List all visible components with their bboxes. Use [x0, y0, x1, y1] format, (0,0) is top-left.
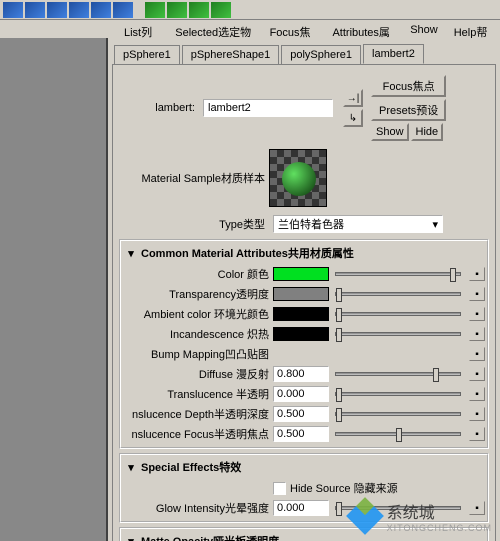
translucence-slider[interactable]	[335, 392, 461, 396]
map-button[interactable]: ▪	[469, 501, 485, 515]
incandescence-chip[interactable]	[273, 327, 329, 341]
color-label: Color 颜色	[123, 266, 273, 282]
map-button[interactable]: ▪	[469, 387, 485, 401]
focus-button[interactable]: Focus焦点	[371, 75, 446, 97]
diffuse-input[interactable]	[273, 366, 329, 382]
toolbar-icon[interactable]	[167, 2, 187, 18]
toolbar-icon[interactable]	[47, 2, 67, 18]
viewport-pane[interactable]	[0, 38, 108, 541]
trans-focus-label: nslucence Focus半透明焦点	[123, 426, 273, 442]
toolbar-icon[interactable]	[113, 2, 133, 18]
trans-focus-slider[interactable]	[335, 432, 461, 436]
color-chip[interactable]	[273, 267, 329, 281]
section-special-effects: ▾ Special Effects特效 Hide Source 隐藏来源 Glo…	[119, 453, 489, 523]
ambient-slider[interactable]	[335, 312, 461, 316]
toolbar-icon[interactable]	[211, 2, 231, 18]
trans-depth-slider[interactable]	[335, 412, 461, 416]
section-title: Common Material Attributes共用材质属性	[141, 245, 354, 261]
glow-input[interactable]	[273, 500, 329, 516]
toolbar-icon[interactable]	[3, 2, 23, 18]
type-label: Type类型	[119, 216, 269, 232]
toolbar-icon[interactable]	[91, 2, 111, 18]
translucence-label: Translucence 半透明	[123, 386, 273, 402]
toolbar-icon[interactable]	[25, 2, 45, 18]
diffuse-slider[interactable]	[335, 372, 461, 376]
color-slider[interactable]	[335, 272, 461, 276]
incandescence-slider[interactable]	[335, 332, 461, 336]
section-title: Special Effects特效	[141, 459, 241, 475]
tab-psphere1[interactable]: pSphere1	[114, 45, 180, 64]
type-select[interactable]: 兰伯特着色器 ▾	[273, 215, 443, 233]
map-button[interactable]: ▪	[469, 347, 485, 361]
chevron-down-icon: ▾	[432, 218, 438, 231]
attribute-editor: pSphere1 pSphereShape1 polySphere1 lambe…	[108, 38, 500, 541]
ambient-label: Ambient color 环境光颜色	[123, 306, 273, 322]
sample-label: Material Sample材质样本	[119, 170, 269, 186]
section-common-attributes: ▾ Common Material Attributes共用材质属性 Color…	[119, 239, 489, 449]
node-name-input[interactable]	[203, 99, 333, 117]
section-header-common[interactable]: ▾ Common Material Attributes共用材质属性	[123, 243, 485, 263]
section-header-special[interactable]: ▾ Special Effects特效	[123, 457, 485, 477]
incandescence-label: Incandescence 炽热	[123, 326, 273, 342]
tab-polysphere1[interactable]: polySphere1	[281, 45, 361, 64]
go-up-icon[interactable]: →|	[343, 89, 363, 107]
hide-button[interactable]: Hide	[411, 123, 444, 141]
transparency-label: Transparency透明度	[123, 286, 273, 302]
tab-lambert2[interactable]: lambert2	[363, 44, 424, 64]
material-swatch[interactable]	[269, 149, 327, 207]
trans-depth-input[interactable]	[273, 406, 329, 422]
hide-source-label: Hide Source 隐藏来源	[290, 480, 398, 496]
ambient-chip[interactable]	[273, 307, 329, 321]
name-label: lambert:	[119, 102, 199, 114]
collapse-arrow-icon: ▾	[125, 535, 137, 541]
map-button[interactable]: ▪	[469, 267, 485, 281]
map-button[interactable]: ▪	[469, 287, 485, 301]
toolbar-icon[interactable]	[189, 2, 209, 18]
go-down-icon[interactable]: ↳	[343, 109, 363, 127]
diffuse-label: Diffuse 漫反射	[123, 366, 273, 382]
section-matte-opacity: ▾ Matte Opacity哑光板透明度 哑光板不透明度模式 不透明度增益 哑…	[119, 527, 489, 541]
section-header-matte[interactable]: ▾ Matte Opacity哑光板透明度	[123, 531, 485, 541]
collapse-arrow-icon: ▾	[125, 247, 137, 259]
glow-slider[interactable]	[335, 506, 461, 510]
glow-label: Glow Intensity光晕强度	[123, 500, 273, 516]
map-button[interactable]: ▪	[469, 327, 485, 341]
node-tabs: pSphere1 pSphereShape1 polySphere1 lambe…	[108, 38, 500, 64]
collapse-arrow-icon: ▾	[125, 461, 137, 473]
transparency-chip[interactable]	[273, 287, 329, 301]
top-toolbar	[0, 0, 500, 20]
bump-label: Bump Mapping凹凸贴图	[123, 346, 273, 362]
section-title: Matte Opacity哑光板透明度	[141, 533, 279, 541]
map-button[interactable]: ▪	[469, 407, 485, 421]
trans-depth-label: nslucence Depth半透明深度	[123, 406, 273, 422]
trans-focus-input[interactable]	[273, 426, 329, 442]
toolbar-icon[interactable]	[69, 2, 89, 18]
hide-source-checkbox[interactable]	[273, 482, 286, 495]
toolbar-icon[interactable]	[145, 2, 165, 18]
translucence-input[interactable]	[273, 386, 329, 402]
map-button[interactable]: ▪	[469, 427, 485, 441]
map-button[interactable]: ▪	[469, 307, 485, 321]
presets-button[interactable]: Presets预设	[371, 99, 446, 121]
map-button[interactable]: ▪	[469, 367, 485, 381]
show-button[interactable]: Show	[371, 123, 409, 141]
node-panel: lambert: →| ↳ Focus焦点 Presets预设 Show Hid…	[112, 64, 496, 541]
tab-pspheresshape1[interactable]: pSphereShape1	[182, 45, 280, 64]
transparency-slider[interactable]	[335, 292, 461, 296]
type-value: 兰伯特着色器	[278, 216, 344, 232]
